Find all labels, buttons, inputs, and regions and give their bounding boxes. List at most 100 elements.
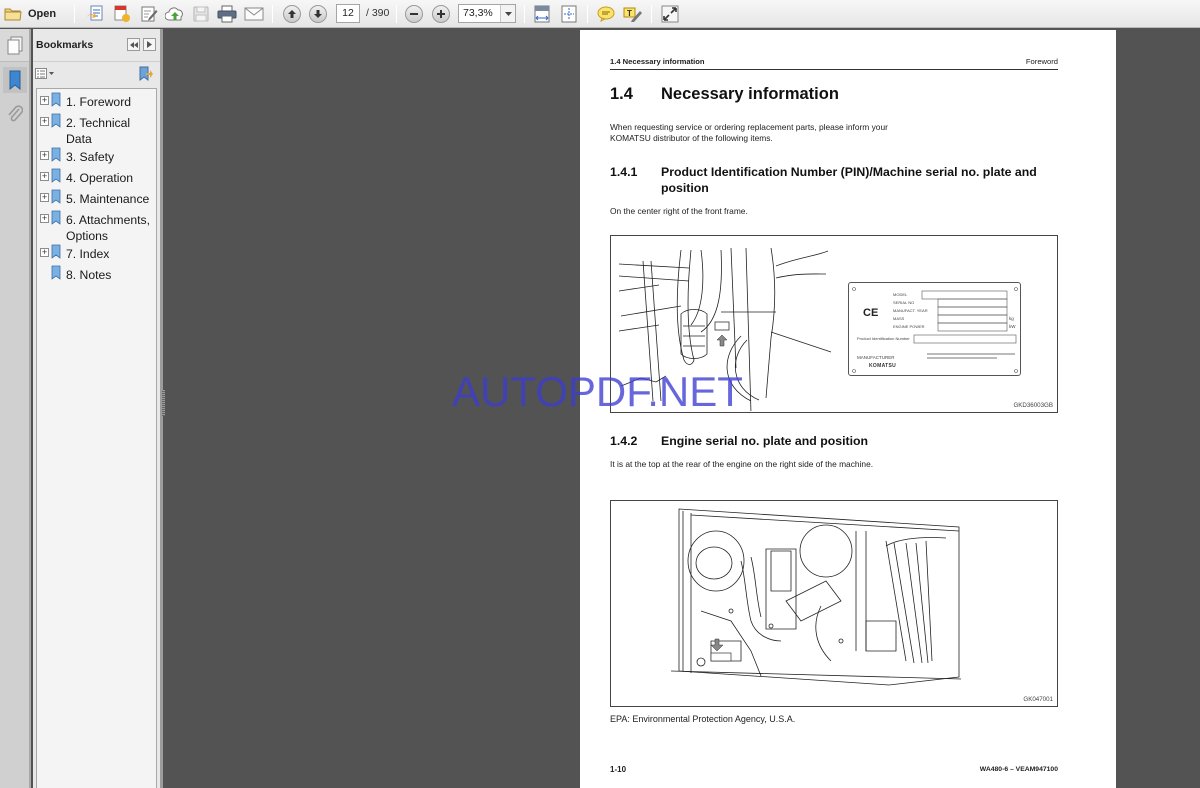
- bookmark-item[interactable]: +7. Index: [37, 244, 156, 265]
- bookmarks-tools: [33, 65, 161, 85]
- list-options-icon: [35, 68, 54, 79]
- collapse-panel-button[interactable]: [127, 38, 140, 51]
- bookmark-icon: [51, 147, 63, 167]
- expand-bookmark-button[interactable]: [139, 66, 153, 86]
- expand-toggle-icon[interactable]: +: [40, 193, 49, 202]
- bookmark-item[interactable]: +2. Technical Data: [37, 113, 156, 147]
- fit-page-button[interactable]: [558, 3, 580, 25]
- bookmarks-panel: Bookmarks +1. Foreword +2. Technical Data…: [33, 29, 161, 788]
- splitter-grip[interactable]: [162, 390, 165, 416]
- subsection-title: Engine serial no. plate and position: [661, 434, 869, 448]
- bookmark-label: 2. Technical Data: [66, 116, 131, 146]
- cloud-upload-icon: [165, 7, 183, 21]
- plate-field-label: ENGINE POWER: [893, 324, 925, 329]
- plate-field-label: MANUFACT. YEAR: [893, 308, 928, 313]
- zoom-dropdown-icon: [504, 11, 512, 16]
- zoom-dropdown-button[interactable]: [500, 5, 515, 22]
- epa-note: EPA: Environmental Protection Agency, U.…: [610, 714, 796, 724]
- page-thumbnails-button[interactable]: [3, 33, 27, 59]
- zoom-in-icon: [437, 10, 445, 18]
- create-pdf-icon: [87, 5, 103, 21]
- page-thumbnails-icon: [7, 36, 23, 55]
- zoom-in-button[interactable]: [430, 3, 452, 25]
- expand-toggle-icon[interactable]: +: [40, 248, 49, 257]
- bookmark-item[interactable]: +8. Notes: [37, 265, 156, 286]
- section-heading: 1.4 Necessary information: [610, 85, 839, 104]
- intro-paragraph: When requesting service or ordering repl…: [610, 122, 888, 143]
- bookmark-label: 7. Index: [66, 247, 110, 261]
- attachments-icon: [8, 105, 23, 122]
- panel-menu-button[interactable]: [143, 38, 156, 51]
- full-screen-button[interactable]: [659, 3, 681, 25]
- save-icon: [193, 6, 209, 22]
- navigation-pane-strip: [0, 29, 31, 788]
- subsection-1-text: On the center right of the front frame.: [610, 206, 748, 216]
- chevron-right-icon: [147, 41, 152, 48]
- page-number-input[interactable]: 12: [336, 4, 360, 23]
- bookmark-label: 1. Foreword: [66, 95, 132, 109]
- machine-serial-plate: CE MODEL SERIAL NO MANUFACT. YEAR MASS ENGIN…: [848, 282, 1021, 376]
- combine-files-icon: [114, 5, 130, 22]
- bookmark-go-icon: [139, 66, 153, 81]
- toolbar-separator: [587, 5, 588, 23]
- zoom-out-button[interactable]: [403, 3, 425, 25]
- cloud-upload-button[interactable]: [164, 3, 186, 25]
- expand-toggle-icon[interactable]: +: [40, 172, 49, 181]
- toolbar-separator: [74, 5, 75, 23]
- bookmark-item[interactable]: +6. Attachments, Options: [37, 210, 156, 244]
- bookmark-item[interactable]: +3. Safety: [37, 147, 156, 168]
- email-button[interactable]: [243, 3, 265, 25]
- edit-pdf-icon: [141, 6, 158, 22]
- highlight-text-icon: T: [623, 7, 642, 22]
- bookmarks-icon: [9, 70, 21, 90]
- bookmarks-tab-button[interactable]: [3, 67, 27, 93]
- plate-unit-kw: kW: [1009, 324, 1016, 329]
- plate-brand: KOMATSU: [869, 363, 897, 369]
- bookmark-label: 5. Maintenance: [66, 192, 150, 206]
- bookmark-icon: [51, 92, 63, 112]
- bookmark-icon: [51, 189, 63, 209]
- combine-files-button[interactable]: [111, 3, 133, 25]
- plate-unit-kg: kg: [1009, 316, 1014, 321]
- bookmark-item[interactable]: +1. Foreword: [37, 92, 156, 113]
- section-number: 1.4: [610, 85, 633, 103]
- plate-address-line: [927, 357, 997, 359]
- subsection-number: 1.4.2: [610, 434, 638, 448]
- fit-width-icon: [534, 5, 550, 23]
- toolbar-separator: [524, 5, 525, 23]
- zoom-level-select[interactable]: 73,3%: [458, 4, 516, 23]
- page-total: / 390: [366, 7, 390, 19]
- edit-pdf-button[interactable]: [138, 3, 160, 25]
- bookmark-item[interactable]: +5. Maintenance: [37, 189, 156, 210]
- bookmark-options-button[interactable]: [35, 67, 55, 85]
- figure-engine-plate: GK047001: [610, 500, 1058, 707]
- toolbar-separator: [651, 5, 652, 23]
- bookmark-item[interactable]: +4. Operation: [37, 168, 156, 189]
- previous-page-button[interactable]: [281, 3, 303, 25]
- running-header: 1.4 Necessary information Foreword: [610, 57, 1058, 70]
- attachments-button[interactable]: [3, 101, 27, 127]
- bookmark-label: 3. Safety: [66, 150, 115, 164]
- svg-text:T: T: [627, 9, 632, 18]
- expand-toggle-icon[interactable]: +: [40, 96, 49, 105]
- previous-page-icon: [288, 10, 296, 18]
- fit-page-icon: [561, 5, 577, 23]
- save-button[interactable]: [190, 3, 212, 25]
- comment-button[interactable]: [595, 3, 617, 25]
- fit-width-button[interactable]: [531, 3, 553, 25]
- bookmark-icon: [51, 113, 63, 133]
- create-pdf-button[interactable]: [84, 3, 106, 25]
- expand-toggle-icon[interactable]: +: [40, 214, 49, 223]
- plate-field-labels: MODEL SERIAL NO MANUFACT. YEAR MASS ENGINE P…: [893, 291, 928, 331]
- subsection-title: Product Identification Number (PIN)/Mach…: [661, 165, 1037, 195]
- print-icon: [217, 5, 237, 23]
- comment-icon: [597, 6, 615, 22]
- next-page-button[interactable]: [307, 3, 329, 25]
- highlight-text-button[interactable]: T: [622, 3, 644, 25]
- expand-toggle-icon[interactable]: +: [40, 117, 49, 126]
- figure-pin-plate: CE MODEL SERIAL NO MANUFACT. YEAR MASS ENGIN…: [610, 235, 1058, 413]
- toolbar-separator: [272, 5, 273, 23]
- open-button[interactable]: Open: [4, 3, 66, 25]
- print-button[interactable]: [216, 3, 238, 25]
- expand-toggle-icon[interactable]: +: [40, 151, 49, 160]
